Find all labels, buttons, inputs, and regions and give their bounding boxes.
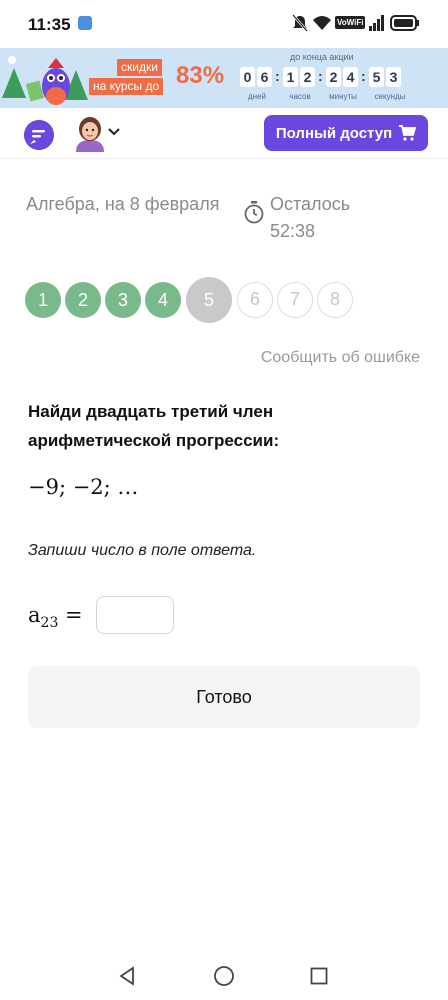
answer-subscript: 23 <box>40 615 59 632</box>
wifi-icon <box>313 16 331 30</box>
question-indicator[interactable]: 4 <box>145 282 181 318</box>
question-indicator[interactable]: 3 <box>105 282 141 318</box>
question-indicator[interactable]: 8 <box>317 282 353 318</box>
question-line: арифметической прогрессии: <box>28 431 280 450</box>
countdown-digit: 5 <box>369 67 384 87</box>
full-access-label: Полный доступ <box>275 124 393 142</box>
timer: Осталось 52:38 <box>270 191 420 245</box>
home-icon[interactable] <box>213 965 235 987</box>
snowball-decoration <box>8 56 16 64</box>
countdown-digit: 2 <box>300 67 315 87</box>
countdown-digit: 0 <box>240 67 255 87</box>
system-nav-bar <box>0 950 448 1000</box>
discount-percent: 83% <box>176 62 225 89</box>
notification-icon <box>78 16 92 30</box>
avatar[interactable] <box>72 114 108 152</box>
promo-tag-top: скидки <box>117 59 162 76</box>
vowifi-badge: VoWiFi <box>335 16 366 29</box>
timer-value: 52:38 <box>270 221 316 241</box>
battery-icon <box>390 15 419 31</box>
recents-icon[interactable] <box>310 967 328 985</box>
question-indicator[interactable]: 1 <box>25 282 61 318</box>
promo-banner[interactable]: скидки на курсы до 83% до конца акции 0 … <box>0 48 448 108</box>
countdown-unit-hours: часов <box>289 92 311 101</box>
answer-equals: = <box>65 603 83 627</box>
answer-label: a23 = <box>28 603 83 631</box>
submit-button[interactable]: Готово <box>28 666 420 728</box>
full-access-button[interactable]: Полный доступ <box>264 115 428 151</box>
cart-icon <box>399 125 417 141</box>
signal-icon <box>369 15 384 31</box>
countdown-caption: до конца акции <box>290 52 354 62</box>
countdown-digit: 6 <box>257 67 272 87</box>
answer-variable: a <box>28 603 41 627</box>
status-bar: 11:35 VoWiFi <box>0 0 448 48</box>
countdown-digit: 1 <box>283 67 298 87</box>
test-title: Алгебра, на 8 февраля <box>26 194 220 214</box>
countdown-digit: 2 <box>326 67 341 87</box>
question-indicator-current[interactable]: 5 <box>186 277 232 323</box>
question-indicator[interactable]: 7 <box>277 282 313 318</box>
countdown-digit: 3 <box>386 67 401 87</box>
countdown-separator: : <box>318 68 323 84</box>
back-icon[interactable] <box>118 966 136 986</box>
question-line: Найди двадцать третий член <box>28 402 274 421</box>
timer-label: Осталось <box>270 194 351 214</box>
sequence-formula: −9; −2; … <box>28 475 139 499</box>
status-clock: 11:35 <box>28 15 71 34</box>
question-indicator[interactable]: 6 <box>237 282 273 318</box>
countdown-unit-days: дней <box>247 92 266 101</box>
chevron-down-icon[interactable] <box>108 128 120 136</box>
question-indicator[interactable]: 2 <box>65 282 101 318</box>
chat-icon[interactable] <box>24 120 54 150</box>
stopwatch-icon <box>244 201 264 224</box>
tree-decoration <box>2 68 26 98</box>
countdown-unit-minutes: минуты <box>329 92 357 101</box>
answer-input[interactable] <box>96 596 174 634</box>
countdown-digit: 4 <box>343 67 358 87</box>
countdown-unit-seconds: секунды <box>374 92 406 101</box>
countdown-separator: : <box>275 68 280 84</box>
countdown-separator: : <box>361 68 366 84</box>
question-text: Найди двадцать третий член арифметическо… <box>28 397 418 455</box>
mascot-icon <box>26 58 70 105</box>
report-error-link[interactable]: Сообщить об ошибке <box>200 349 420 367</box>
promo-tag-bottom: на курсы до <box>89 78 164 95</box>
bell-off-icon <box>292 14 308 32</box>
answer-hint: Запиши число в поле ответа. <box>28 542 257 559</box>
